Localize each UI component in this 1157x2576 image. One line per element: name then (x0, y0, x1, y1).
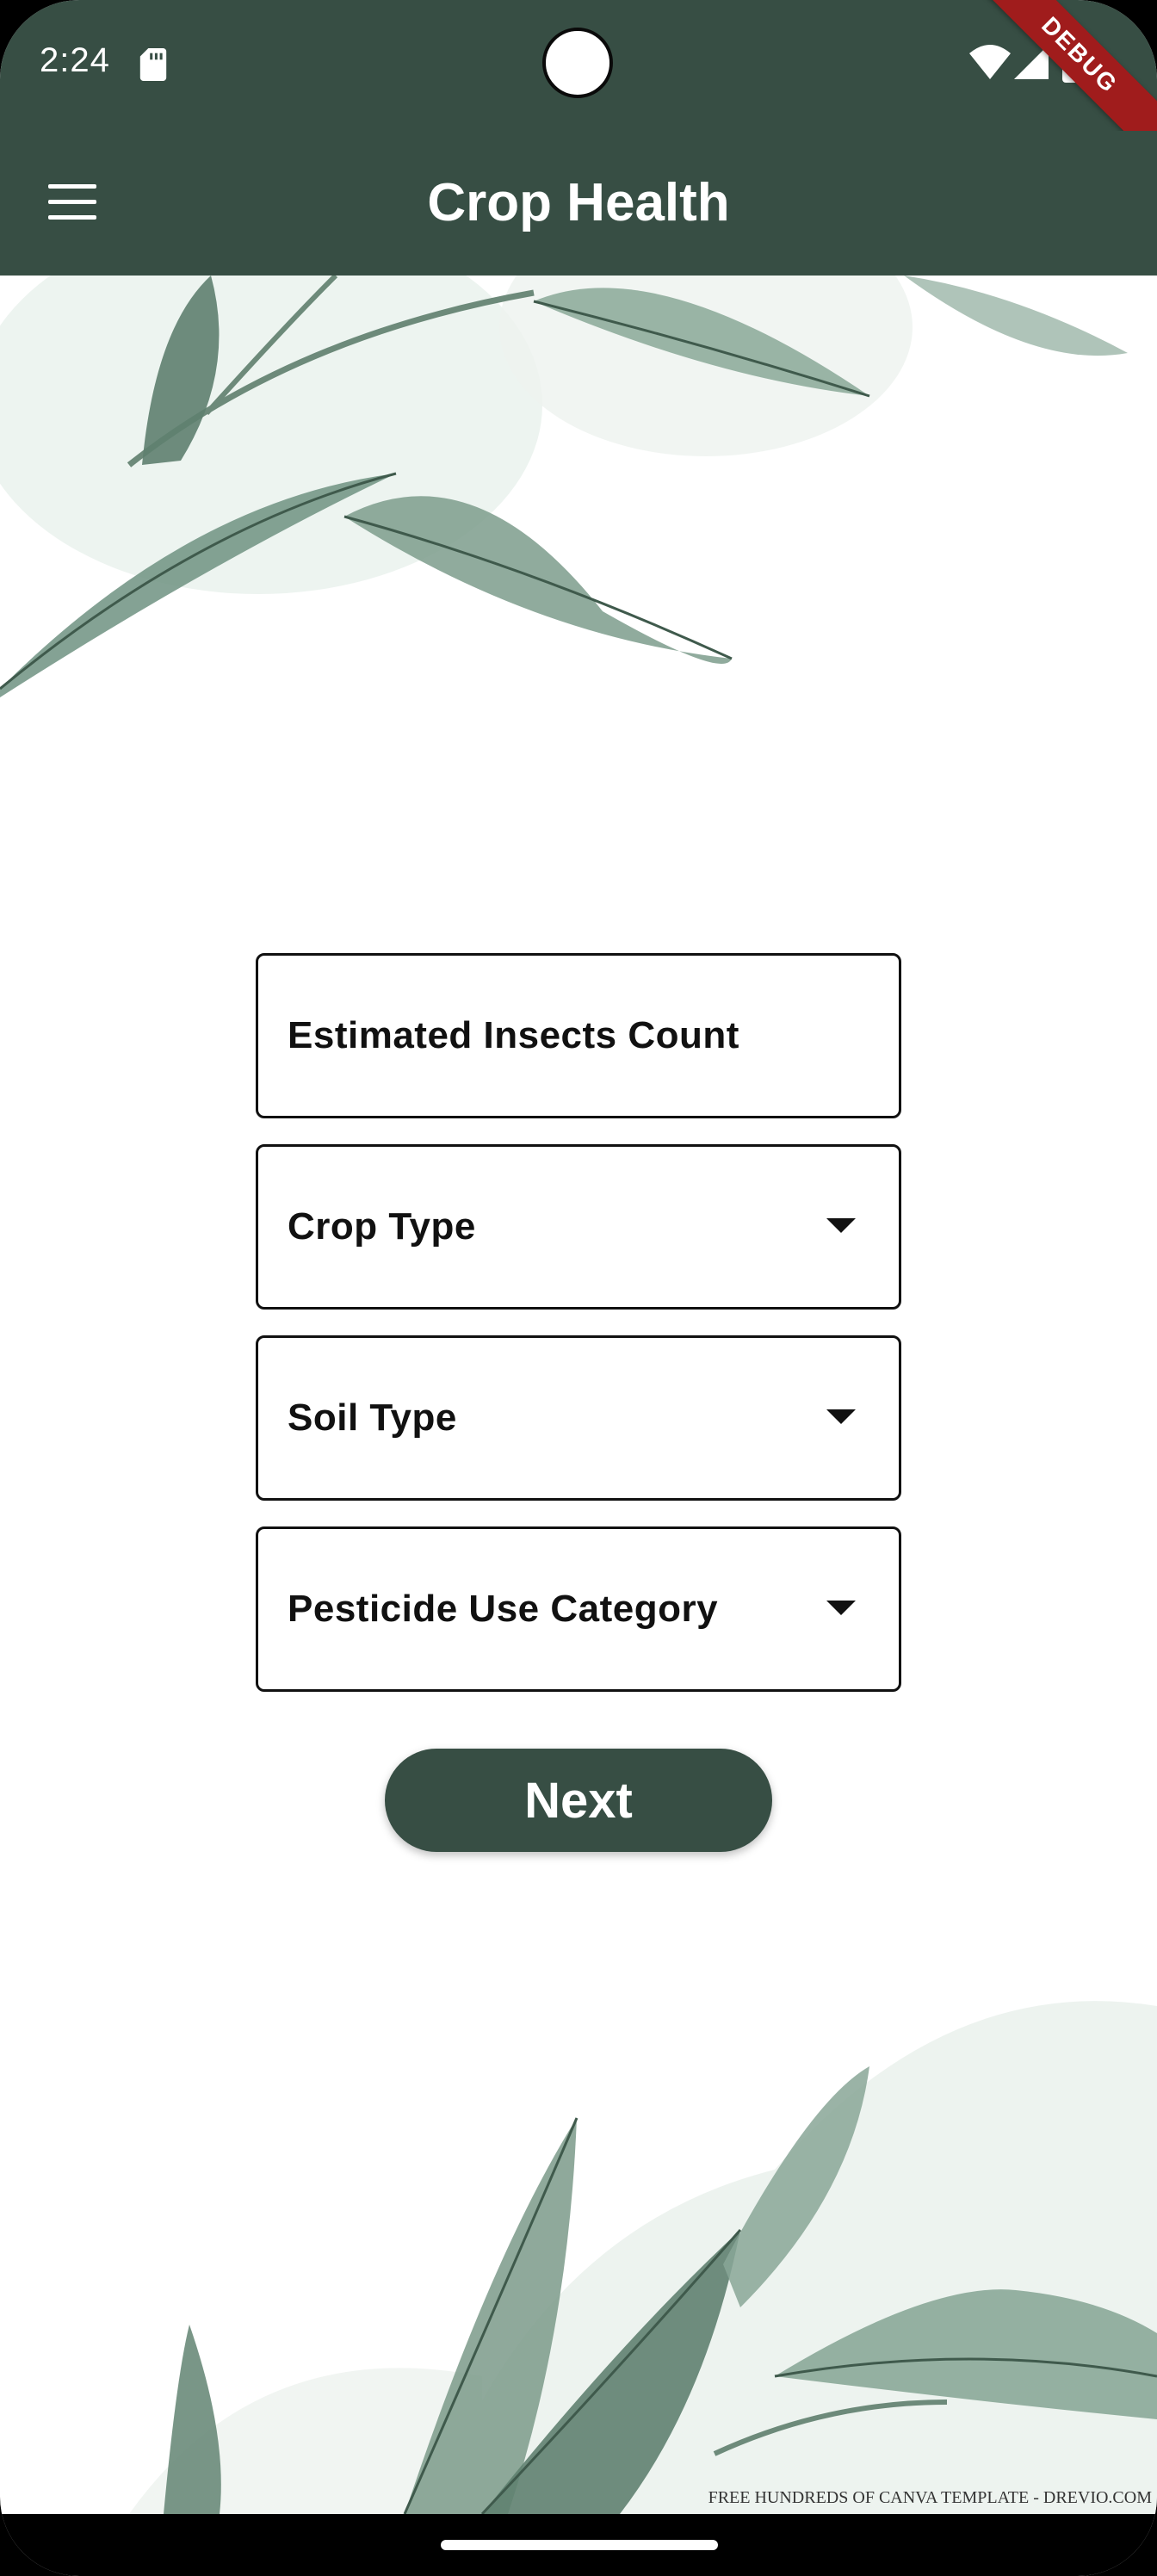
page-title: Crop Health (427, 173, 730, 232)
crop-type-label: Crop Type (288, 1205, 476, 1248)
soil-type-label: Soil Type (288, 1396, 457, 1439)
camera-cutout (542, 28, 613, 98)
leaves-decoration-bottom (129, 2001, 1157, 2514)
phone-screen: 2:24 DEBUG Crop Health Estimated Insects… (0, 0, 1157, 2576)
sd-card-icon (139, 48, 167, 81)
estimated-insects-count-field[interactable]: Estimated Insects Count (256, 953, 901, 1118)
status-bar: 2:24 DEBUG (0, 0, 1157, 163)
pesticide-use-category-dropdown[interactable]: Pesticide Use Category (256, 1526, 901, 1692)
watermark-text: FREE HUNDREDS OF CANVA TEMPLATE - DREVIO… (708, 2488, 1152, 2507)
app-bar: Crop Health (0, 131, 1157, 276)
soil-type-dropdown[interactable]: Soil Type (256, 1335, 901, 1501)
wifi-icon (969, 45, 1011, 79)
estimated-insects-count-label: Estimated Insects Count (288, 1014, 739, 1056)
dropdown-arrow-icon (826, 1601, 856, 1615)
home-indicator[interactable] (441, 2540, 718, 2550)
navigation-bar (0, 2514, 1157, 2576)
pesticide-use-category-label: Pesticide Use Category (288, 1588, 719, 1630)
crop-health-form: Estimated Insects Count Crop Type Soil T… (256, 953, 901, 1718)
leaves-decoration-top (0, 276, 1128, 697)
next-button[interactable]: Next (385, 1749, 772, 1852)
crop-type-dropdown[interactable]: Crop Type (256, 1144, 901, 1310)
dropdown-arrow-icon (826, 1409, 856, 1424)
status-time: 2:24 (40, 41, 110, 79)
dropdown-arrow-icon (826, 1218, 856, 1233)
